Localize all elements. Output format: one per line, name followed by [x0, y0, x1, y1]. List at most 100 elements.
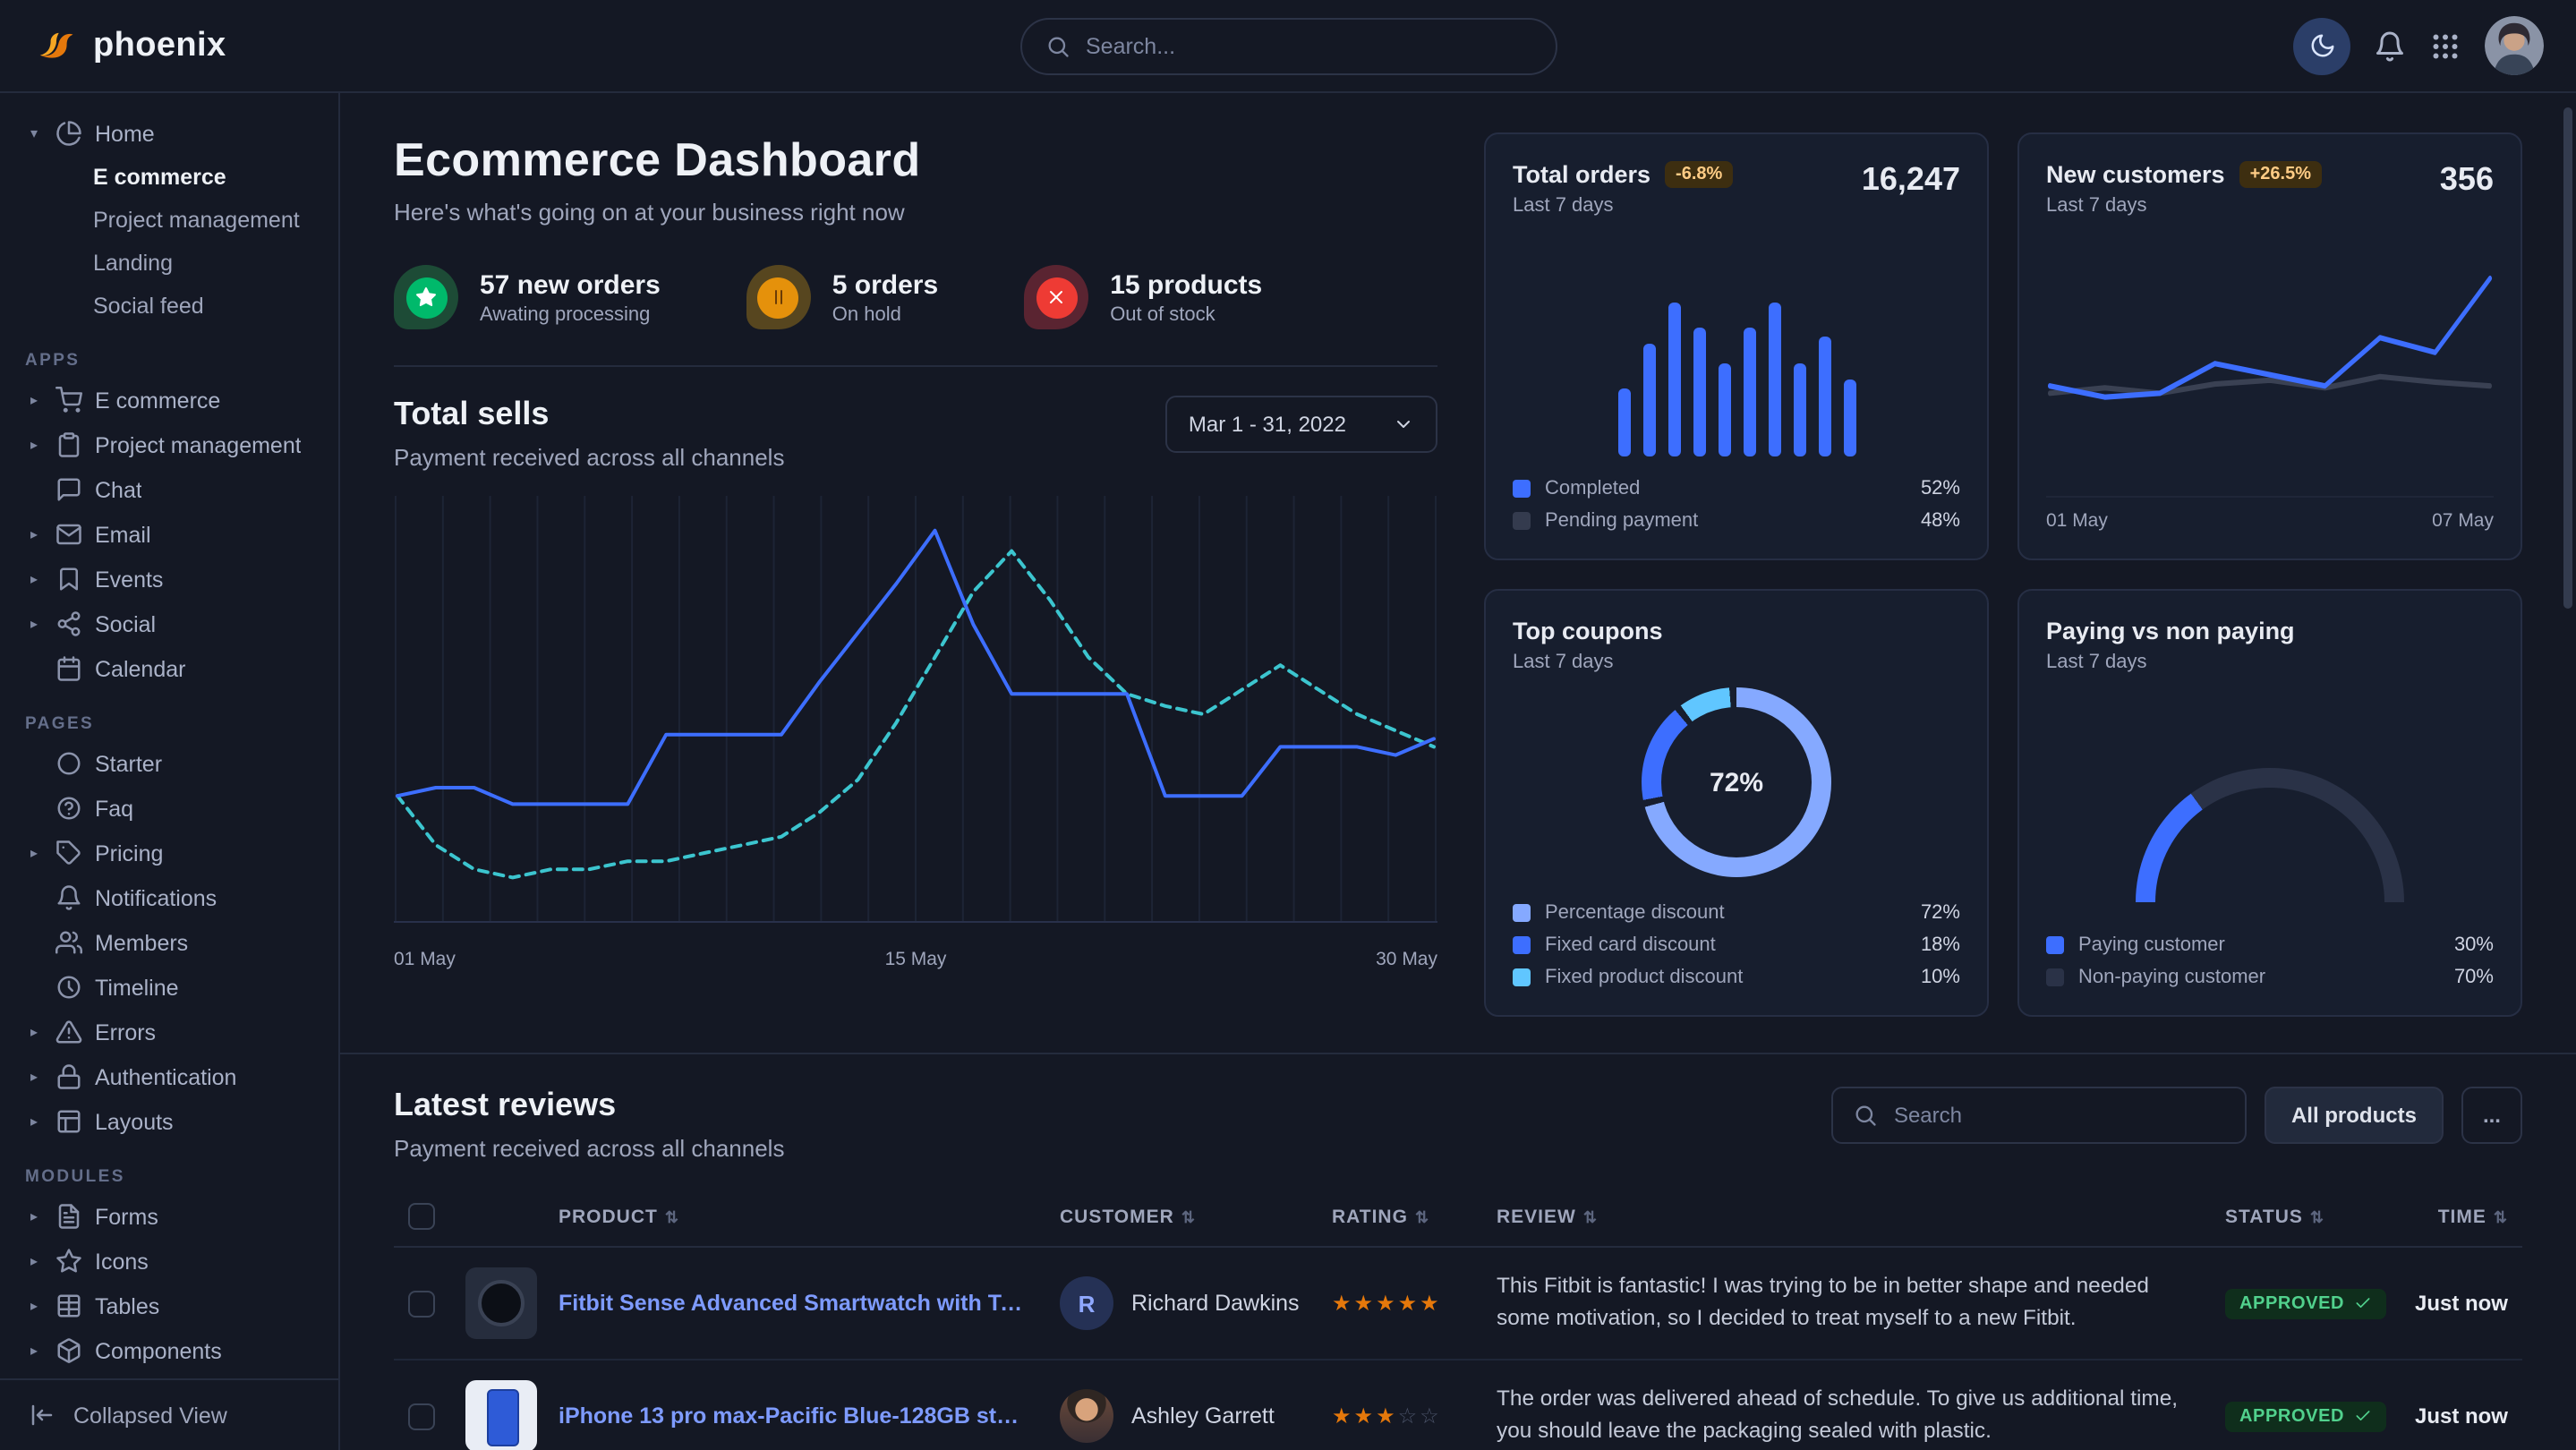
global-search[interactable]	[1019, 17, 1557, 74]
new-customers-badge: +26.5%	[2239, 161, 2322, 188]
theme-toggle-button[interactable]	[2293, 17, 2350, 74]
caret-right-icon: ▸	[25, 1113, 43, 1130]
product-link[interactable]: Fitbit Sense Advanced Smartwatch with To…	[559, 1291, 1031, 1316]
caret-right-icon: ▸	[25, 526, 43, 542]
reviews-search-input[interactable]	[1894, 1103, 2225, 1128]
bar	[1768, 303, 1780, 456]
sidebar-item-components[interactable]: ▸Components	[21, 1328, 317, 1373]
stat-caption: Awating processing	[480, 303, 661, 325]
sidebar: ▾HomeE commerceProject managementLanding…	[0, 93, 340, 1450]
sidebar-item-timeline[interactable]: Timeline	[21, 965, 317, 1010]
sidebar-item-label: Layouts	[95, 1109, 174, 1134]
stat-value: 5 orders	[832, 269, 938, 300]
customer-avatar: R	[1060, 1276, 1113, 1330]
table-icon	[55, 1292, 82, 1319]
product-thumbnail[interactable]	[465, 1267, 537, 1339]
column-header-customer[interactable]: CUSTOMER⇅	[1045, 1187, 1318, 1247]
reviews-title: Latest reviews	[394, 1087, 784, 1124]
column-header-status[interactable]: STATUS⇅	[2211, 1187, 2393, 1247]
reviews-search[interactable]	[1831, 1087, 2247, 1144]
check-icon	[2353, 1407, 2371, 1425]
sidebar-item-landing[interactable]: Landing	[21, 242, 317, 285]
column-label: REVIEW	[1497, 1206, 1576, 1227]
select-all-checkbox[interactable]	[408, 1203, 435, 1230]
row-checkbox[interactable]	[408, 1290, 435, 1317]
new-customers-line-chart	[2046, 231, 2494, 482]
sidebar-item-social-feed[interactable]: Social feed	[21, 285, 317, 328]
bar	[1668, 303, 1680, 456]
bar	[1642, 344, 1655, 456]
sidebar-item-icons[interactable]: ▸ Icons	[21, 1239, 317, 1284]
x-axis-label: 15 May	[885, 949, 947, 970]
sidebar-item-label: Calendar	[95, 656, 185, 681]
lock-icon	[55, 1063, 82, 1090]
legend-item: Completed52%	[1513, 478, 1960, 499]
caret-right-icon: ▸	[25, 1343, 43, 1359]
cart-icon	[55, 387, 82, 414]
apps-menu-button[interactable]	[2429, 30, 2461, 62]
product-link[interactable]: iPhone 13 pro max-Pacific Blue-128GB sto…	[559, 1403, 1031, 1429]
column-header-review[interactable]: REVIEW⇅	[1482, 1187, 2211, 1247]
total-orders-legend: Completed52%Pending payment48%	[1513, 478, 1960, 532]
scrollbar[interactable]	[2563, 107, 2572, 609]
review-row: Fitbit Sense Advanced Smartwatch with To…	[394, 1247, 2522, 1360]
sidebar-item-project-management[interactable]: Project management	[21, 199, 317, 242]
collapsed-view-toggle[interactable]: Collapsed View	[0, 1378, 338, 1450]
sidebar-item-home[interactable]: ▾Home	[21, 111, 317, 156]
sidebar-nav: ▾HomeE commerceProject managementLanding…	[0, 93, 338, 1378]
sidebar-item-tables[interactable]: ▸Tables	[21, 1284, 317, 1328]
new-customers-value: 356	[2440, 161, 2494, 199]
card-period: Last 7 days	[2046, 195, 2322, 217]
sidebar-item-label: Social	[95, 611, 156, 636]
date-range-select[interactable]: Mar 1 - 31, 2022	[1165, 396, 1437, 453]
bookmark-icon	[55, 566, 82, 593]
sidebar-item-starter[interactable]: Starter	[21, 741, 317, 786]
sidebar-item-e-commerce[interactable]: ▸E commerce	[21, 378, 317, 422]
users-icon	[55, 929, 82, 956]
sidebar-item-faq[interactable]: Faq	[21, 786, 317, 831]
caret-right-icon: ▸	[25, 1024, 43, 1040]
avatar-image	[2485, 16, 2544, 75]
stat-pin	[1024, 265, 1088, 329]
collapsed-view-label: Collapsed View	[73, 1403, 227, 1428]
sidebar-item-calendar[interactable]: Calendar	[21, 646, 317, 691]
table-header-row: PRODUCT⇅CUSTOMER⇅RATING⇅REVIEW⇅STATUS⇅TI…	[394, 1187, 2522, 1247]
sidebar-item-project-management[interactable]: ▸Project management	[21, 422, 317, 467]
notifications-button[interactable]	[2374, 30, 2406, 62]
sidebar-item-pricing[interactable]: ▸Pricing	[21, 831, 317, 875]
sidebar-item-members[interactable]: Members	[21, 920, 317, 965]
sidebar-item-chat[interactable]: Chat	[21, 467, 317, 512]
legend-label: Completed	[1545, 478, 1906, 499]
product-thumbnail[interactable]	[465, 1380, 537, 1450]
sidebar-item-e-commerce[interactable]: E commerce	[21, 156, 317, 199]
sidebar-item-label: Notifications	[95, 885, 217, 910]
brand[interactable]: phoenix	[32, 22, 340, 69]
column-header-product[interactable]: PRODUCT⇅	[544, 1187, 1045, 1247]
sidebar-item-email[interactable]: ▸Email	[21, 512, 317, 557]
sidebar-item-notifications[interactable]: Notifications	[21, 875, 317, 920]
sidebar-item-events[interactable]: ▸Events	[21, 557, 317, 601]
customer-name: Ashley Garrett	[1131, 1403, 1275, 1429]
sidebar-item-social[interactable]: ▸Social	[21, 601, 317, 646]
clock-icon	[55, 974, 82, 1001]
sidebar-item-layouts[interactable]: ▸ Layouts	[21, 1099, 317, 1144]
row-checkbox[interactable]	[408, 1403, 435, 1429]
divider	[394, 365, 1437, 367]
legend-swatch	[1513, 480, 1531, 498]
sidebar-item-label: Faq	[95, 796, 133, 821]
sidebar-item-forms[interactable]: ▸Forms	[21, 1194, 317, 1239]
caret-right-icon: ▸	[25, 1253, 43, 1269]
legend-swatch	[1513, 904, 1531, 922]
sidebar-item-errors[interactable]: ▸Errors	[21, 1010, 317, 1054]
sidebar-item-label: Icons	[95, 1249, 149, 1274]
more-actions-button[interactable]: ...	[2461, 1087, 2522, 1144]
column-label: RATING	[1332, 1206, 1408, 1227]
column-header-time[interactable]: TIME⇅	[2393, 1187, 2522, 1247]
column-header-rating[interactable]: RATING⇅	[1318, 1187, 1482, 1247]
all-products-button[interactable]: All products	[2265, 1087, 2444, 1144]
user-avatar[interactable]	[2485, 16, 2544, 75]
sidebar-item-authentication[interactable]: ▸Authentication	[21, 1054, 317, 1099]
global-search-input[interactable]	[1086, 33, 1531, 58]
legend-value: 10%	[1921, 967, 1960, 988]
star-filled-icon: ★	[1354, 1403, 1377, 1429]
